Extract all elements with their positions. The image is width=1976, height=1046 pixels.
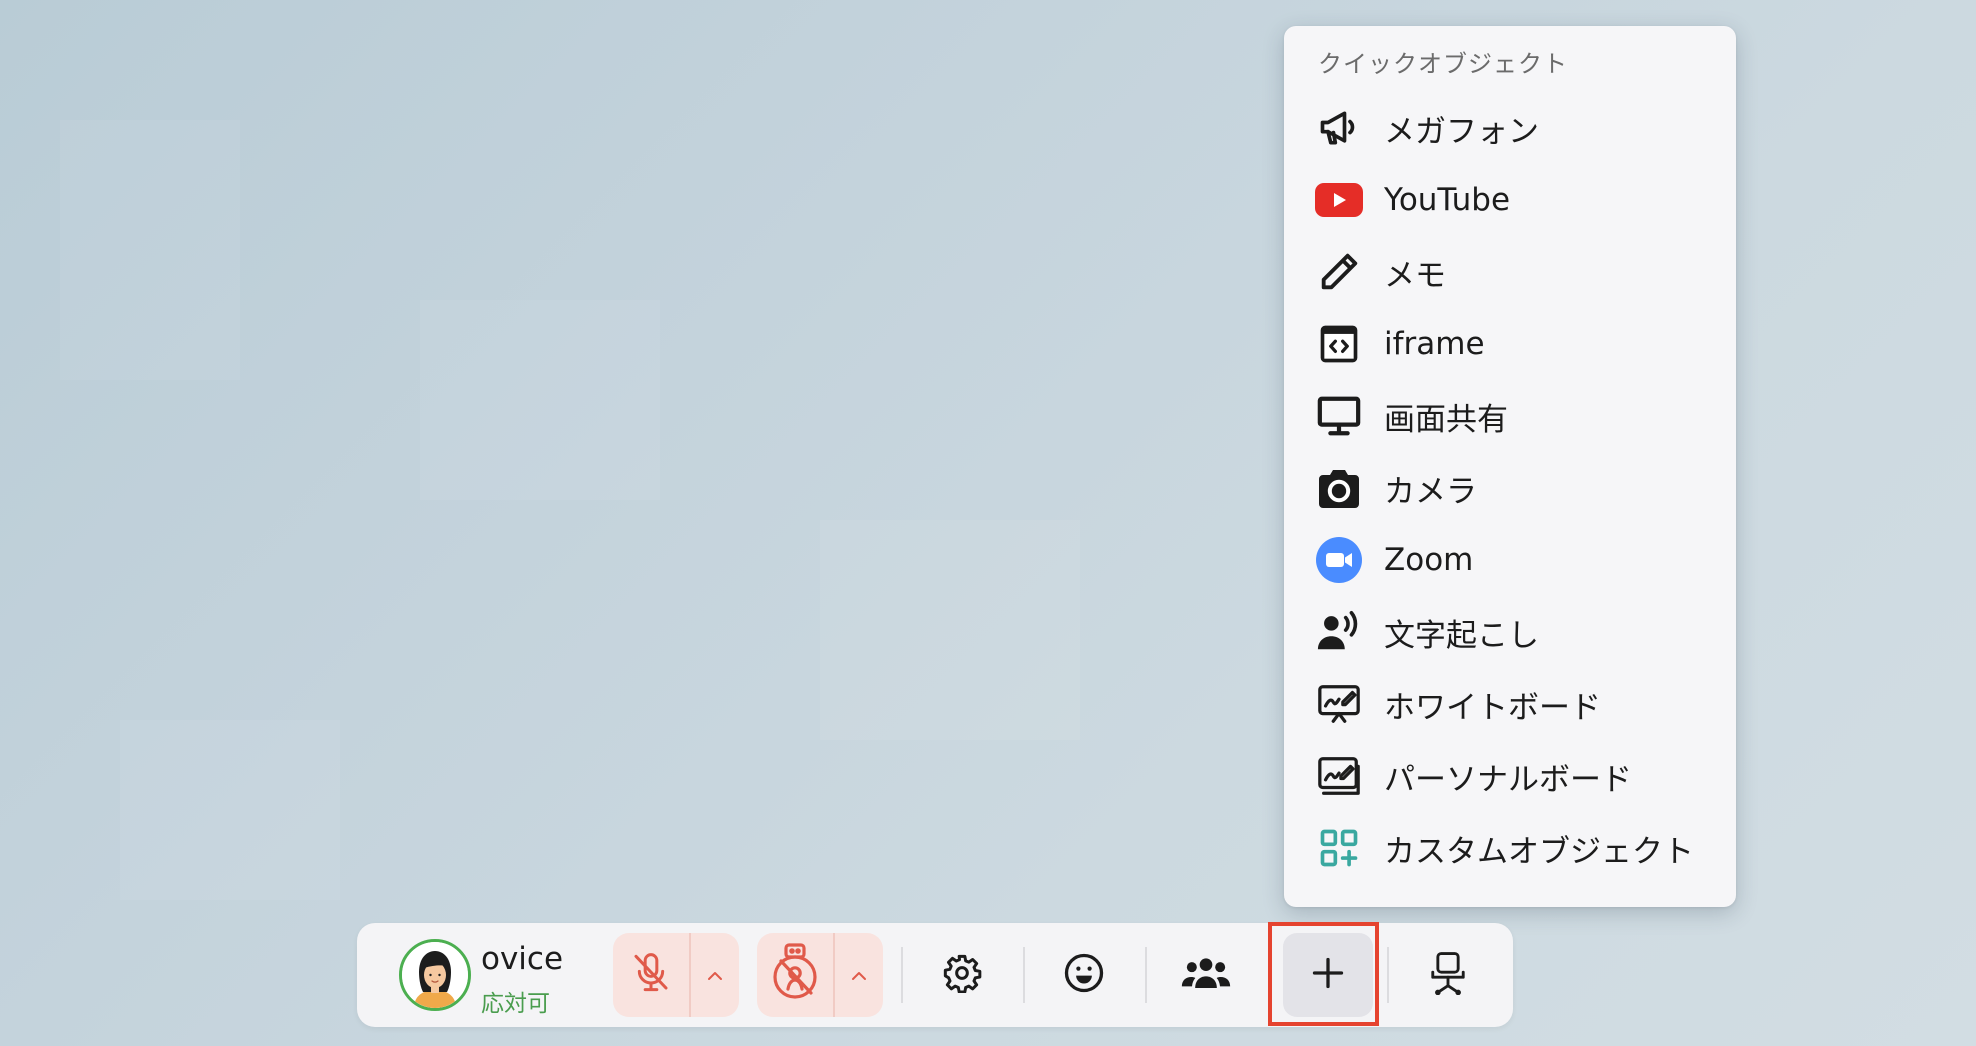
- chevron-up-icon: [851, 966, 867, 985]
- highlight-box: [1268, 922, 1379, 1026]
- camera-off-icon: [768, 943, 822, 1007]
- menu-item-label: 文字起こし: [1384, 617, 1539, 654]
- menu-item-label: メガフォン: [1384, 113, 1539, 150]
- camera-icon: [1314, 463, 1364, 513]
- toolbar-divider: [1023, 947, 1025, 1003]
- chevron-up-icon: [707, 966, 723, 985]
- menu-item-label: YouTube: [1384, 182, 1511, 218]
- personal-board-icon: [1314, 751, 1364, 801]
- smiley-icon: [1063, 952, 1105, 998]
- mic-toggle-button[interactable]: [613, 933, 691, 1017]
- menu-item-personal-board[interactable]: パーソナルボード: [1284, 740, 1736, 812]
- menu-item-label: 画面共有: [1384, 401, 1508, 438]
- chair-icon: [1429, 951, 1467, 999]
- quick-object-menu: クイックオブジェクト メガフォン YouTube メモ iframe 画面共有 …: [1284, 26, 1736, 907]
- menu-header: クイックオブジェクト: [1318, 50, 1568, 78]
- menu-item-label: メモ: [1384, 257, 1446, 294]
- pencil-icon: [1314, 247, 1364, 297]
- menu-item-youtube[interactable]: YouTube: [1284, 164, 1736, 236]
- menu-item-whiteboard[interactable]: ホワイトボード: [1284, 668, 1736, 740]
- menu-item-zoom[interactable]: Zoom: [1284, 524, 1736, 596]
- menu-item-custom-object[interactable]: カスタムオブジェクト: [1284, 812, 1736, 884]
- avatar[interactable]: [399, 939, 471, 1011]
- youtube-icon: [1314, 175, 1364, 225]
- menu-item-screen-share[interactable]: 画面共有: [1284, 380, 1736, 452]
- mic-control: [613, 933, 739, 1017]
- custom-object-icon: [1314, 823, 1364, 873]
- menu-item-transcription[interactable]: 文字起こし: [1284, 596, 1736, 668]
- iframe-icon: [1314, 319, 1364, 369]
- toolbar-divider: [1145, 947, 1147, 1003]
- mic-options-caret[interactable]: [691, 933, 739, 1017]
- background-texture: [120, 720, 340, 900]
- megaphone-icon: [1314, 103, 1364, 153]
- background-texture: [420, 300, 660, 500]
- camera-options-caret[interactable]: [835, 933, 883, 1017]
- background-texture: [60, 120, 240, 380]
- menu-item-label: カスタムオブジェクト: [1384, 833, 1694, 870]
- monitor-icon: [1314, 391, 1364, 441]
- user-status[interactable]: 応対可: [481, 984, 550, 1018]
- menu-item-label: パーソナルボード: [1384, 761, 1632, 798]
- transcription-icon: [1314, 607, 1364, 657]
- menu-item-label: iframe: [1384, 326, 1485, 362]
- menu-item-label: ホワイトボード: [1384, 689, 1601, 726]
- menu-item-camera[interactable]: カメラ: [1284, 452, 1736, 524]
- members-button[interactable]: [1161, 933, 1251, 1017]
- mic-off-icon: [631, 951, 671, 999]
- menu-item-iframe[interactable]: iframe: [1284, 308, 1736, 380]
- reaction-button[interactable]: [1039, 933, 1129, 1017]
- menu-item-label: カメラ: [1384, 473, 1477, 510]
- zoom-icon: [1314, 535, 1364, 585]
- quick-object-list: メガフォン YouTube メモ iframe 画面共有 カメラ Zoom 文字…: [1284, 92, 1736, 884]
- menu-item-memo[interactable]: メモ: [1284, 236, 1736, 308]
- seat-button[interactable]: [1403, 933, 1493, 1017]
- background-texture: [820, 520, 1080, 740]
- user-name: ovice: [481, 941, 564, 977]
- camera-control: [757, 933, 883, 1017]
- settings-button[interactable]: [917, 933, 1007, 1017]
- menu-item-megaphone[interactable]: メガフォン: [1284, 92, 1736, 164]
- group-icon: [1181, 955, 1231, 995]
- camera-toggle-button[interactable]: [757, 933, 835, 1017]
- toolbar-divider: [901, 947, 903, 1003]
- toolbar-divider: [1387, 947, 1389, 1003]
- gear-icon: [942, 953, 982, 997]
- menu-item-label: Zoom: [1384, 542, 1474, 578]
- whiteboard-icon: [1314, 679, 1364, 729]
